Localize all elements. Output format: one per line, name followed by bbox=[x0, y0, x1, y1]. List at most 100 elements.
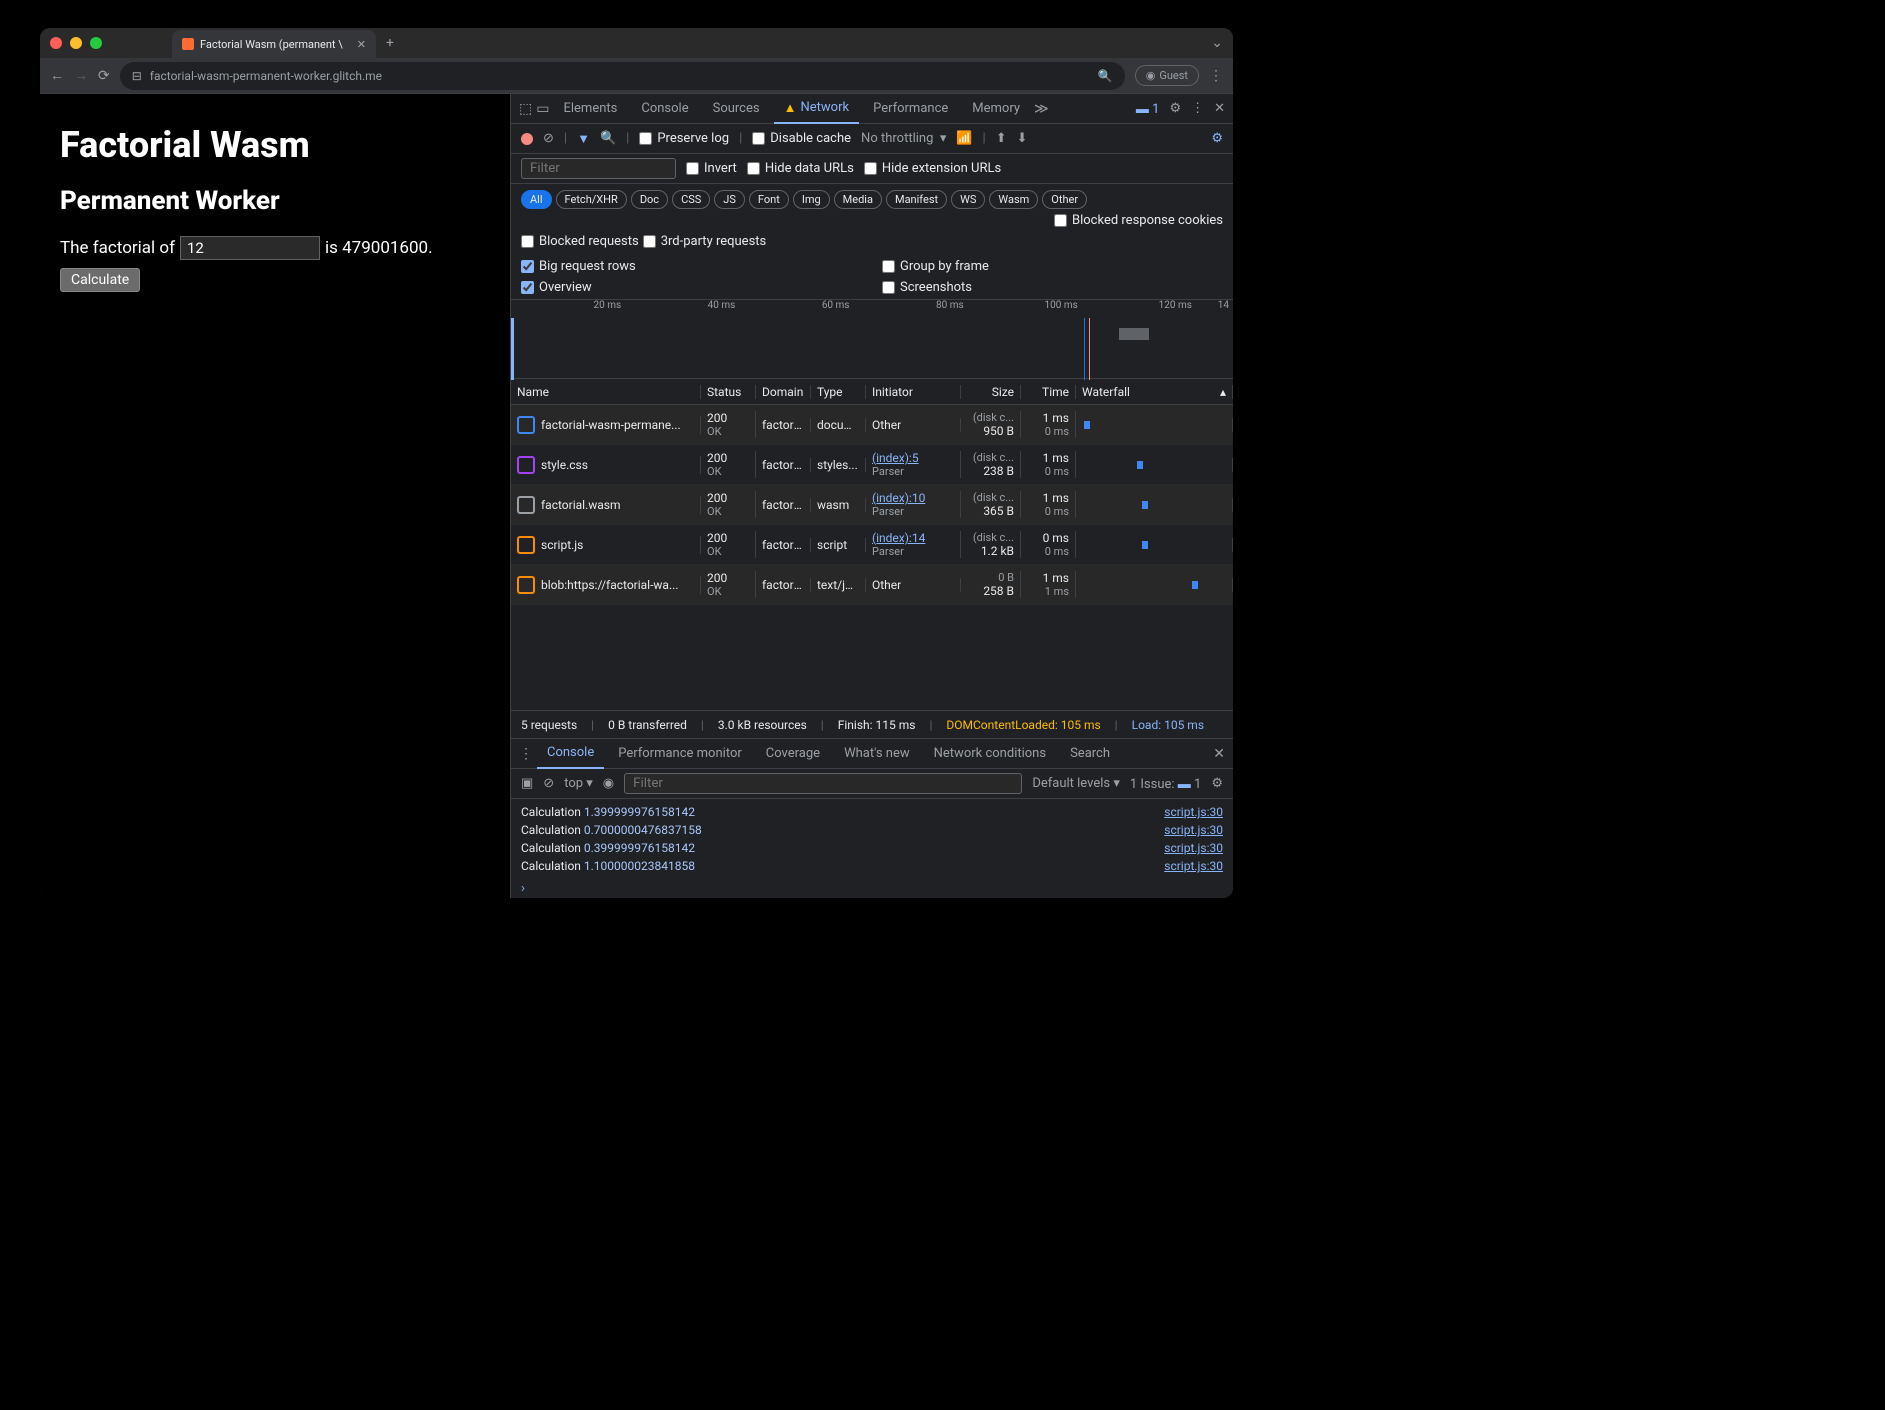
issues-icon[interactable]: ▬ 1 bbox=[1136, 101, 1160, 117]
third-party-checkbox[interactable]: 3rd-party requests bbox=[643, 234, 767, 249]
source-link[interactable]: script.js:30 bbox=[1164, 823, 1223, 837]
col-initiator[interactable]: Initiator bbox=[866, 385, 961, 399]
tab-network[interactable]: ▲Network bbox=[774, 94, 859, 124]
new-tab-button[interactable]: + bbox=[386, 35, 394, 51]
address-bar[interactable]: ⊟ factorial-wasm-permanent-worker.glitch… bbox=[120, 62, 1125, 90]
profile-badge[interactable]: ◉ Guest bbox=[1135, 65, 1199, 86]
clear-console-icon[interactable]: ⊘ bbox=[543, 776, 554, 791]
factorial-input[interactable] bbox=[180, 236, 320, 260]
sidebar-toggle-icon[interactable]: ▣ bbox=[521, 776, 533, 791]
upload-icon[interactable]: ⬆ bbox=[996, 131, 1007, 146]
search-icon[interactable]: 🔍 bbox=[600, 131, 616, 146]
drawer-tab-search[interactable]: Search bbox=[1060, 739, 1120, 769]
col-status[interactable]: Status bbox=[701, 385, 756, 399]
forward-button[interactable]: → bbox=[74, 67, 88, 84]
tab-performance[interactable]: Performance bbox=[863, 94, 958, 124]
drawer-tab-netcond[interactable]: Network conditions bbox=[924, 739, 1056, 769]
zoom-icon[interactable]: 🔍 bbox=[1098, 69, 1113, 83]
close-drawer-icon[interactable]: ✕ bbox=[1213, 746, 1225, 762]
site-info-icon[interactable]: ⊟ bbox=[132, 69, 142, 83]
pill-fetch[interactable]: Fetch/XHR bbox=[556, 190, 627, 209]
tab-elements[interactable]: Elements bbox=[553, 94, 627, 124]
menu-button[interactable]: ⋮ bbox=[1209, 68, 1223, 84]
console-settings-icon[interactable]: ⚙ bbox=[1211, 776, 1223, 791]
settings-icon[interactable]: ⚙ bbox=[1169, 101, 1181, 116]
close-devtools-icon[interactable]: ✕ bbox=[1214, 101, 1225, 116]
minimize-window-button[interactable] bbox=[70, 37, 82, 49]
back-button[interactable]: ← bbox=[50, 67, 64, 84]
drawer-tab-console[interactable]: Console bbox=[537, 739, 604, 769]
network-settings-icon[interactable]: ⚙ bbox=[1211, 131, 1223, 146]
drawer-tab-whatsnew[interactable]: What's new bbox=[834, 739, 920, 769]
device-icon[interactable]: ▭ bbox=[536, 101, 549, 117]
table-row[interactable]: style.css 200OK factori... styles... (in… bbox=[511, 445, 1233, 485]
col-name[interactable]: Name bbox=[511, 385, 701, 399]
close-window-button[interactable] bbox=[50, 37, 62, 49]
clear-button[interactable]: ⊘ bbox=[543, 131, 554, 146]
drawer-tab-perfmon[interactable]: Performance monitor bbox=[608, 739, 752, 769]
table-row[interactable]: factorial-wasm-permane... 200OK factori.… bbox=[511, 405, 1233, 445]
tab-sources[interactable]: Sources bbox=[703, 94, 770, 124]
table-row[interactable]: factorial.wasm 200OK factori... wasm (in… bbox=[511, 485, 1233, 525]
pill-wasm[interactable]: Wasm bbox=[989, 190, 1038, 209]
reload-button[interactable]: ⟳ bbox=[98, 68, 110, 84]
pill-img[interactable]: Img bbox=[793, 190, 830, 209]
col-type[interactable]: Type bbox=[811, 385, 866, 399]
col-size[interactable]: Size bbox=[961, 385, 1021, 399]
browser-tab[interactable]: Factorial Wasm (permanent \ ✕ bbox=[172, 30, 376, 58]
live-expression-icon[interactable]: ◉ bbox=[603, 776, 614, 791]
filter-icon[interactable]: ▼ bbox=[577, 131, 590, 147]
pill-font[interactable]: Font bbox=[749, 190, 789, 209]
drawer-menu-icon[interactable]: ⋮ bbox=[519, 746, 533, 762]
table-row[interactable]: script.js 200OK factori... script (index… bbox=[511, 525, 1233, 565]
console-filter-input[interactable] bbox=[624, 773, 1022, 794]
filter-input[interactable] bbox=[521, 158, 676, 179]
throttling-select[interactable]: No throttling ▾ bbox=[861, 131, 946, 146]
tab-overflow-icon[interactable]: ⌄ bbox=[1211, 35, 1223, 51]
pill-media[interactable]: Media bbox=[834, 190, 882, 209]
source-link[interactable]: script.js:30 bbox=[1164, 805, 1223, 819]
overview-checkbox[interactable]: Overview bbox=[521, 280, 862, 295]
col-domain[interactable]: Domain bbox=[756, 385, 811, 399]
screenshots-checkbox[interactable]: Screenshots bbox=[882, 280, 1223, 295]
source-link[interactable]: script.js:30 bbox=[1164, 859, 1223, 873]
pill-all[interactable]: All bbox=[521, 190, 552, 209]
pill-other[interactable]: Other bbox=[1042, 190, 1087, 209]
timeline-overview[interactable]: 20 ms 40 ms 60 ms 80 ms 100 ms 120 ms 14 bbox=[511, 299, 1233, 379]
download-icon[interactable]: ⬇ bbox=[1017, 131, 1028, 146]
invert-checkbox[interactable]: Invert bbox=[686, 161, 737, 176]
hide-extension-urls-checkbox[interactable]: Hide extension URLs bbox=[864, 161, 1001, 176]
source-link[interactable]: script.js:30 bbox=[1164, 841, 1223, 855]
big-rows-checkbox[interactable]: Big request rows bbox=[521, 259, 862, 274]
record-button[interactable] bbox=[521, 133, 533, 145]
tab-memory[interactable]: Memory bbox=[962, 94, 1030, 124]
drawer-tab-coverage[interactable]: Coverage bbox=[756, 739, 830, 769]
more-icon[interactable]: ⋮ bbox=[1191, 101, 1204, 116]
hide-data-urls-checkbox[interactable]: Hide data URLs bbox=[747, 161, 854, 176]
group-frame-checkbox[interactable]: Group by frame bbox=[882, 259, 1223, 274]
calculate-button[interactable]: Calculate bbox=[60, 268, 140, 292]
pill-js[interactable]: JS bbox=[714, 190, 745, 209]
network-conditions-icon[interactable]: 📶 bbox=[956, 131, 972, 146]
issues-link[interactable]: 1 Issue: ▬ 1 bbox=[1130, 776, 1201, 792]
log-levels-select[interactable]: Default levels ▾ bbox=[1032, 776, 1120, 791]
maximize-window-button[interactable] bbox=[90, 37, 102, 49]
col-time[interactable]: Time bbox=[1021, 385, 1076, 399]
preserve-log-checkbox[interactable]: Preserve log bbox=[639, 131, 729, 146]
pill-doc[interactable]: Doc bbox=[631, 190, 668, 209]
pill-css[interactable]: CSS bbox=[672, 190, 710, 209]
context-select[interactable]: top ▾ bbox=[564, 776, 593, 791]
inspect-icon[interactable]: ⬚ bbox=[519, 101, 532, 117]
col-waterfall[interactable]: Waterfall▴ bbox=[1076, 385, 1233, 399]
blocked-cookies-checkbox[interactable]: Blocked response cookies bbox=[1054, 213, 1223, 228]
tab-console[interactable]: Console bbox=[631, 94, 698, 124]
pill-ws[interactable]: WS bbox=[951, 190, 985, 209]
pill-manifest[interactable]: Manifest bbox=[886, 190, 947, 209]
close-tab-icon[interactable]: ✕ bbox=[357, 38, 366, 51]
blocked-requests-checkbox[interactable]: Blocked requests bbox=[521, 234, 639, 249]
console-prompt[interactable]: › bbox=[511, 879, 1233, 898]
disable-cache-checkbox[interactable]: Disable cache bbox=[752, 131, 851, 146]
more-tabs-icon[interactable]: ≫ bbox=[1034, 101, 1049, 117]
file-icon bbox=[517, 536, 535, 554]
table-row[interactable]: blob:https://factorial-wa... 200OK facto… bbox=[511, 565, 1233, 605]
